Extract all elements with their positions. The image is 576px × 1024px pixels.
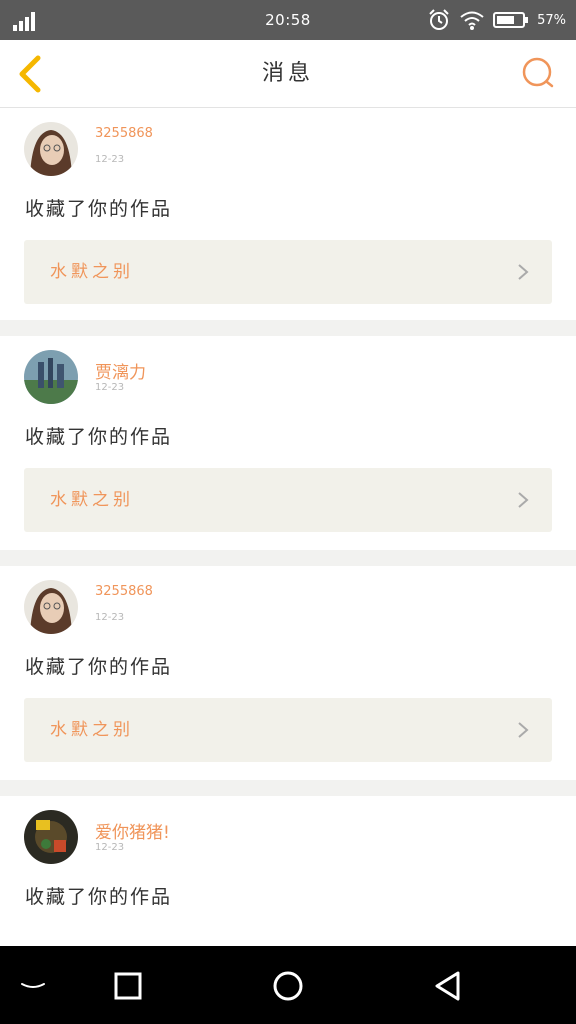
message-card: 3255868 12-23 收藏了你的作品 水默之别: [0, 108, 576, 320]
message-text: 收藏了你的作品: [25, 656, 173, 678]
message-text: 收藏了你的作品: [25, 198, 173, 220]
message-date: 12-23: [95, 612, 125, 623]
message-date: 12-23: [95, 842, 125, 853]
search-icon[interactable]: [520, 55, 556, 91]
down-chevron-icon[interactable]: [17, 970, 49, 1002]
work-title: 水默之别: [50, 490, 134, 510]
user-name[interactable]: 3255868: [95, 126, 153, 141]
message-card: 贾漓力 12-23 收藏了你的作品 水默之别: [0, 336, 576, 550]
message-date: 12-23: [95, 154, 125, 165]
user-name[interactable]: 爱你猪猪!: [95, 818, 170, 843]
chevron-right-icon: [518, 722, 529, 738]
chevron-right-icon: [518, 264, 529, 280]
work-link[interactable]: 水默之别: [24, 240, 552, 304]
work-title: 水默之别: [50, 262, 134, 282]
work-title: 水默之别: [50, 720, 134, 740]
chevron-right-icon: [518, 492, 529, 508]
work-link[interactable]: 水默之别: [24, 468, 552, 532]
message-text: 收藏了你的作品: [25, 426, 173, 448]
avatar[interactable]: [24, 350, 78, 404]
triangle-back-icon[interactable]: [432, 970, 464, 1002]
circle-home-icon[interactable]: [272, 970, 304, 1002]
wifi-icon: [460, 11, 484, 30]
user-name[interactable]: 3255868: [95, 584, 153, 599]
message-card: 3255868 12-23 收藏了你的作品 水默之别: [0, 566, 576, 780]
avatar[interactable]: [24, 122, 78, 176]
avatar[interactable]: [24, 810, 78, 864]
battery-icon: [493, 12, 529, 28]
battery-percent: 57%: [537, 12, 566, 28]
alarm-icon: [429, 9, 449, 30]
message-card: 爱你猪猪! 12-23 收藏了你的作品: [0, 796, 576, 946]
work-link[interactable]: 水默之别: [24, 698, 552, 762]
status-bar: 20:58 57%: [0, 0, 576, 40]
message-date: 12-23: [95, 382, 125, 393]
avatar[interactable]: [24, 580, 78, 634]
page-title: 消息: [261, 61, 314, 86]
user-name[interactable]: 贾漓力: [95, 358, 146, 383]
square-recents-icon[interactable]: [112, 970, 144, 1002]
message-text: 收藏了你的作品: [25, 886, 173, 908]
header-bar: 消息: [0, 40, 576, 108]
message-list: 3255868 12-23 收藏了你的作品 水默之别 贾漓力 12-23 收藏了…: [0, 108, 576, 946]
system-nav-bar: [0, 946, 576, 1024]
